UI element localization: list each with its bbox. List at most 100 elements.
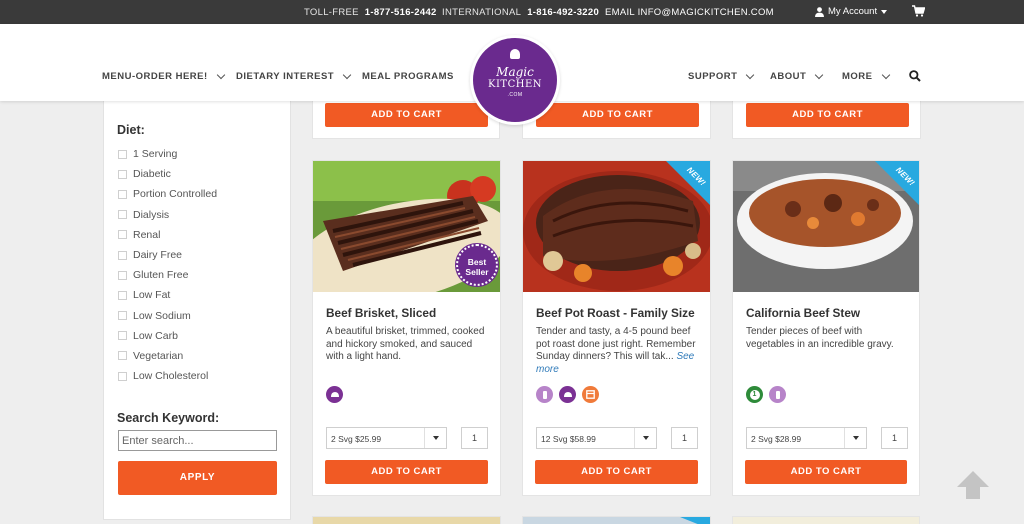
checkbox[interactable] (118, 169, 127, 179)
diet-option[interactable]: Renal (118, 225, 217, 245)
search-icon (909, 70, 921, 82)
product-card (522, 516, 711, 524)
diet-option[interactable]: Portion Controlled (118, 184, 217, 204)
caret-down-icon (634, 428, 656, 448)
caret-down-icon (844, 428, 866, 448)
diet-option[interactable]: Low Sodium (118, 306, 217, 326)
nav-support-label: SUPPORT (688, 71, 738, 82)
low-sodium-icon[interactable] (559, 386, 576, 403)
diet-option[interactable]: Gluten Free (118, 265, 217, 285)
user-icon (815, 6, 824, 17)
product-image[interactable] (313, 517, 500, 524)
nav-about[interactable]: ABOUT (770, 70, 824, 82)
apply-button[interactable]: APPLY (118, 461, 277, 495)
logo-text-com: .COM (507, 92, 523, 98)
diet-option[interactable]: Dialysis (118, 205, 217, 225)
cart-button[interactable] (912, 5, 926, 20)
top-contact-bar: TOLL-FREE 1-877-516-2442 INTERNATIONAL 1-8… (0, 0, 1024, 24)
low-sodium-icon[interactable] (326, 386, 343, 403)
nav-support[interactable]: SUPPORT (688, 70, 755, 82)
tollfree-number[interactable]: 1-877-516-2442 (365, 7, 437, 18)
diet-option-label: Diabetic (133, 168, 171, 181)
nav-meal-programs[interactable]: MEAL PROGRAMS (362, 71, 454, 82)
single-serving-icon[interactable]: 1 (746, 386, 763, 403)
magic-kitchen-logo[interactable]: Magic KITCHEN .COM (470, 35, 560, 125)
product-card: ADD TO CART (732, 100, 921, 139)
diet-option[interactable]: 1 Serving (118, 144, 217, 164)
nav-dietary-interest[interactable]: DIETARY INTEREST (236, 70, 352, 82)
caret-down-icon (881, 9, 888, 14)
chevron-down-icon (216, 70, 225, 80)
search-keyword-input[interactable] (118, 430, 277, 451)
family-size-icon[interactable] (582, 386, 599, 403)
diet-option[interactable]: Low Fat (118, 285, 217, 305)
product-description-text: Tender and tasty, a 4-5 pound beef pot r… (536, 326, 696, 362)
add-to-cart-button[interactable]: ADD TO CART (535, 460, 698, 484)
checkbox[interactable] (118, 351, 127, 361)
product-card: NEW! California Beef Stew Tender pieces … (732, 160, 920, 496)
add-to-cart-button[interactable]: ADD TO CART (746, 103, 909, 127)
best-seller-badge: Best Seller (456, 244, 498, 286)
portion-controlled-icon[interactable] (536, 386, 553, 403)
diet-option-label: Portion Controlled (133, 188, 218, 201)
nav-more[interactable]: MORE (842, 70, 890, 82)
portion-controlled-icon[interactable] (769, 386, 786, 403)
search-keyword-heading: Search Keyword: (117, 411, 220, 425)
checkbox[interactable] (118, 371, 127, 381)
my-account-label: My Account (828, 6, 878, 17)
diet-option-label: 1 Serving (133, 148, 178, 161)
checkbox[interactable] (118, 189, 127, 199)
intl-number[interactable]: 1-816-492-3220 (527, 7, 599, 18)
tollfree-phone[interactable]: TOLL-FREE 1-877-516-2442 (304, 7, 437, 18)
scroll-to-top-button[interactable] (956, 470, 990, 500)
checkbox[interactable] (118, 210, 127, 220)
diet-icons: 1 (746, 386, 786, 403)
diet-option[interactable]: Low Cholesterol (118, 366, 217, 386)
chef-hat-icon (510, 49, 520, 59)
checkbox[interactable] (118, 270, 127, 280)
diet-option[interactable]: Diabetic (118, 164, 217, 184)
diet-option-label: Low Fat (133, 289, 171, 302)
diet-option[interactable]: Low Carb (118, 326, 217, 346)
nav-meal-programs-label: MEAL PROGRAMS (362, 71, 454, 82)
quantity-input[interactable]: 1 (461, 427, 488, 449)
serving-select[interactable]: 2 Svg $28.99 (746, 427, 867, 449)
serving-select-value: 2 Svg $25.99 (331, 434, 382, 444)
checkbox[interactable] (118, 311, 127, 321)
international-phone[interactable]: INTERNATIONAL 1-816-492-3220 (442, 7, 599, 18)
product-card (312, 516, 501, 524)
add-to-cart-button[interactable]: ADD TO CART (325, 460, 488, 484)
product-title[interactable]: Beef Pot Roast - Family Size (536, 306, 695, 320)
product-image[interactable] (733, 517, 919, 524)
nav-menu-order[interactable]: MENU-ORDER HERE! (102, 70, 225, 82)
serving-select[interactable]: 2 Svg $25.99 (326, 427, 447, 449)
diet-option[interactable]: Vegetarian (118, 346, 217, 366)
add-to-cart-button[interactable]: ADD TO CART (536, 103, 699, 127)
diet-option[interactable]: Dairy Free (118, 245, 217, 265)
chevron-down-icon (746, 70, 755, 80)
checkbox[interactable] (118, 290, 127, 300)
diet-option-label: Low Sodium (133, 309, 191, 322)
email-link[interactable]: EMAIL INFO@MAGICKITCHEN.COM (605, 7, 774, 18)
checkbox[interactable] (118, 331, 127, 341)
product-title[interactable]: California Beef Stew (746, 306, 860, 320)
caret-down-icon (424, 428, 446, 448)
filter-sidebar: Diet: 1 Serving Diabetic Portion Control… (103, 100, 291, 520)
search-button[interactable] (909, 69, 921, 87)
checkbox[interactable] (118, 149, 127, 159)
diet-option-label: Gluten Free (133, 269, 189, 282)
checkbox[interactable] (118, 230, 127, 240)
quantity-input[interactable]: 1 (881, 427, 908, 449)
product-title[interactable]: Beef Brisket, Sliced (326, 306, 436, 320)
new-badge (680, 517, 710, 524)
intl-label: INTERNATIONAL (442, 7, 522, 18)
chevron-down-icon (815, 70, 824, 80)
serving-select-value: 2 Svg $28.99 (751, 434, 802, 444)
diet-icons (326, 386, 343, 403)
quantity-input[interactable]: 1 (671, 427, 698, 449)
my-account-menu[interactable]: My Account (815, 6, 888, 17)
serving-select[interactable]: 12 Svg $58.99 (536, 427, 657, 449)
add-to-cart-button[interactable]: ADD TO CART (325, 103, 488, 127)
checkbox[interactable] (118, 250, 127, 260)
add-to-cart-button[interactable]: ADD TO CART (745, 460, 907, 484)
